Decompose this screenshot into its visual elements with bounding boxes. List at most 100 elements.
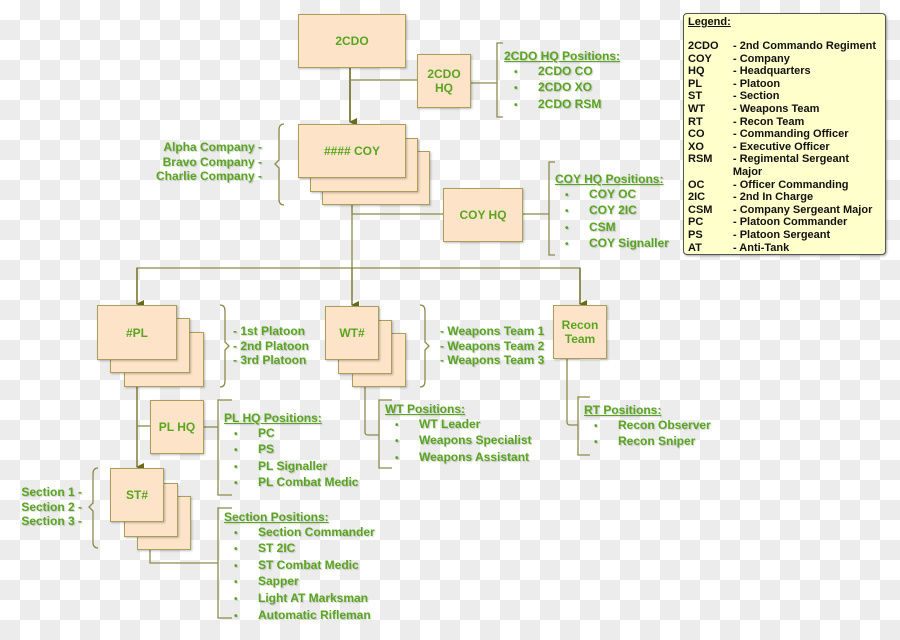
label-line: - Weapons Team 2 bbox=[440, 338, 545, 353]
positions-title: Section Positions: bbox=[224, 510, 329, 524]
node-label: Recon Team bbox=[561, 318, 599, 346]
node-label: WT# bbox=[339, 326, 365, 340]
legend-meaning: - Executive Officer bbox=[733, 140, 830, 153]
line-rt-positions bbox=[566, 359, 578, 426]
position-item: ST Combat Medic bbox=[224, 558, 375, 575]
bracket-wts bbox=[419, 304, 430, 388]
legend-entry: XO - Executive Officer bbox=[688, 141, 881, 154]
position-item: PL Combat Medic bbox=[224, 475, 358, 492]
legend-meaning: - Company bbox=[733, 52, 790, 65]
node-pl: #PL bbox=[97, 305, 177, 360]
legend-entry: WT - Weapons Team bbox=[688, 103, 881, 116]
bracket-2cdo-hq bbox=[496, 42, 503, 118]
legend-meaning: - 2nd In Charge bbox=[733, 191, 814, 204]
legend-meaning: - Anti-Tank bbox=[733, 241, 790, 254]
legend-abbr: PL bbox=[688, 77, 703, 90]
position-item: 2CDO CO bbox=[504, 64, 620, 81]
legend-abbr: 2CDO bbox=[688, 40, 719, 52]
node-st: ST# bbox=[110, 468, 164, 522]
company-labels: Alpha Company - Bravo Company - Charlie Co… bbox=[156, 140, 262, 184]
legend-abbr: CSM bbox=[688, 203, 713, 216]
label-line: - 1st Platoon bbox=[233, 324, 306, 338]
legend-entry: CSM - Company Sergeant Major bbox=[688, 204, 881, 217]
position-item: Light AT Marksman bbox=[224, 591, 375, 608]
legend-entry: RSM - Regimental Sergeant Major bbox=[688, 153, 881, 178]
legend-entry: ST - Section bbox=[688, 90, 881, 103]
rt-positions: RT Positions:Recon ObserverRecon Sniper bbox=[584, 403, 711, 451]
legend-entry: CO - Commanding Officer bbox=[688, 128, 881, 141]
legend-abbr: COY bbox=[688, 52, 712, 65]
position-item: COY 2IC bbox=[555, 203, 669, 220]
legend-abbr: CO bbox=[688, 128, 705, 141]
positions-title: 2CDO HQ Positions: bbox=[504, 49, 621, 63]
bracket-companies bbox=[274, 123, 285, 206]
position-item: Weapons Assistant bbox=[385, 450, 531, 467]
company-hq-positions: COY HQ Positions:COY OCCOY 2ICCSMCOY Sig… bbox=[555, 172, 669, 253]
position-item: ST 2IC bbox=[224, 541, 375, 558]
legend-meaning: - Weapons Team bbox=[733, 102, 820, 115]
position-item: PS bbox=[224, 442, 358, 459]
platoon-hq-positions: PL HQ Positions:PCPSPL SignallerPL Comba… bbox=[224, 411, 358, 492]
legend-abbr: PS bbox=[688, 228, 703, 241]
legend-abbr: ST bbox=[688, 90, 703, 103]
legend-meaning: - Company Sergeant Major bbox=[733, 203, 873, 216]
positions-title: COY HQ Positions: bbox=[555, 172, 664, 186]
node-2cdo: 2CDO bbox=[298, 14, 406, 68]
label-line: Bravo Company - bbox=[162, 154, 262, 169]
node-label: PL HQ bbox=[158, 420, 196, 434]
bracket-sections bbox=[88, 467, 99, 549]
label-line: Section 2 - bbox=[21, 499, 82, 514]
wt-positions: WT Positions:WT LeaderWeapons Specialist… bbox=[385, 402, 531, 466]
position-item: Recon Observer bbox=[584, 418, 711, 435]
legend-entry: HQ - Headquarters bbox=[688, 65, 881, 78]
position-item: Weapons Specialist bbox=[385, 433, 531, 450]
legend-abbr: HQ bbox=[688, 65, 705, 78]
position-item: PC bbox=[224, 426, 358, 443]
legend-entry: AT - Anti-Tank bbox=[688, 242, 881, 255]
legend-meaning: - Headquarters bbox=[733, 65, 811, 78]
legend-abbr: RSM bbox=[688, 153, 713, 166]
bracket-platoons bbox=[219, 304, 230, 388]
position-item: PL Signaller bbox=[224, 459, 358, 476]
node-2cdo-hq: 2CDO HQ bbox=[417, 54, 471, 108]
position-item: 2CDO XO bbox=[504, 80, 620, 97]
legend-meaning: - Recon Team bbox=[733, 115, 805, 128]
regiment-hq-positions: 2CDO HQ Positions:2CDO CO2CDO XO2CDO RSM bbox=[504, 49, 620, 113]
node-label: COY HQ bbox=[459, 208, 507, 222]
weapons-team-labels: - Weapons Team 1- Weapons Team 2- Weapon… bbox=[440, 324, 544, 368]
label-line: - 3rd Platoon bbox=[233, 353, 307, 368]
node-coy-hq: COY HQ bbox=[443, 188, 523, 242]
legend-entry: 2IC - 2nd In Charge bbox=[688, 191, 881, 204]
position-item: COY Signaller bbox=[555, 236, 669, 253]
node-label: 2CDO bbox=[335, 34, 369, 48]
position-item: COY OC bbox=[555, 187, 669, 204]
legend-meaning: - Platoon Sergeant bbox=[733, 228, 831, 241]
position-item: 2CDO RSM bbox=[504, 97, 620, 114]
legend-abbr: OC bbox=[688, 178, 705, 191]
label-line: Section 3 - bbox=[21, 514, 82, 529]
platoon-labels: - 1st Platoon - 2nd Platoon - 3rd Platoon bbox=[233, 324, 309, 368]
positions-title: PL HQ Positions: bbox=[224, 411, 322, 425]
position-item: Sapper bbox=[224, 574, 375, 591]
node-coy: #### COY bbox=[298, 124, 406, 178]
legend-abbr: PC bbox=[688, 216, 704, 229]
legend-meaning: - Platoon Commander bbox=[733, 216, 848, 229]
label-line: - Weapons Team 3 bbox=[440, 353, 545, 368]
legend-entry: RT - Recon Team bbox=[688, 116, 881, 129]
position-item: Recon Sniper bbox=[584, 434, 711, 451]
node-pl-hq: PL HQ bbox=[150, 400, 204, 454]
legend-entry: COY - Company bbox=[688, 53, 881, 66]
legend-entry: 2CDO - 2nd Commando Regiment bbox=[688, 40, 881, 53]
legend-entry: PS - Platoon Sergeant bbox=[688, 229, 881, 242]
position-item: Section Commander bbox=[224, 525, 375, 542]
label-line: - Weapons Team 1 bbox=[440, 324, 545, 338]
node-label: #### COY bbox=[323, 144, 381, 158]
legend-panel: Legend: 2CDO - 2nd Commando Regiment COY - … bbox=[683, 13, 886, 255]
label-line: - 2nd Platoon bbox=[233, 338, 309, 353]
section-positions: Section Positions:Section CommanderST 2I… bbox=[224, 510, 375, 624]
positions-title: WT Positions: bbox=[385, 402, 465, 416]
node-label: 2CDO HQ bbox=[427, 67, 461, 95]
position-item: Automatic Rifleman bbox=[224, 608, 375, 625]
legend-abbr: 2IC bbox=[688, 191, 706, 204]
line-distribution bbox=[136, 267, 581, 304]
